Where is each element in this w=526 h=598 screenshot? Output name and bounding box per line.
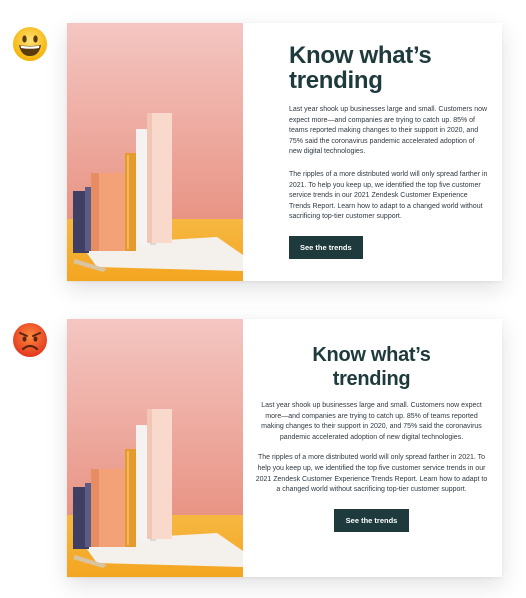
see-trends-button[interactable]: See the trends [333, 508, 410, 532]
card-content: Know what’s trending Last year shook up … [243, 23, 502, 281]
promo-card-left-aligned: Know what’s trending Last year shook up … [67, 23, 502, 281]
title-line-2: trending [332, 368, 411, 390]
see-trends-button[interactable]: See the trends [289, 235, 363, 259]
promo-card-center-aligned: Know what’s trending Last year shook up … [67, 319, 502, 577]
card-title: Know what’s trending [289, 43, 488, 93]
title-line-1: Know what’s [312, 344, 431, 366]
card-paragraph-2: The ripples of a more distributed world … [289, 170, 488, 221]
title-line-1: Know what’s [289, 42, 432, 69]
angry-face-icon [12, 322, 48, 358]
card-paragraph-2: The ripples of a more distributed world … [255, 454, 488, 494]
card-paragraph-1: Last year shook up businesses large and … [261, 402, 482, 441]
grinning-face-icon [12, 26, 48, 62]
card-title: Know what’s trending [255, 343, 488, 391]
card-content: Know what’s trending Last year shook up … [243, 319, 502, 577]
trend-chart-photo [67, 23, 243, 281]
trend-chart-photo [67, 319, 243, 577]
title-line-2: trending [289, 67, 383, 94]
card-paragraph-1: Last year shook up businesses large and … [289, 106, 488, 156]
